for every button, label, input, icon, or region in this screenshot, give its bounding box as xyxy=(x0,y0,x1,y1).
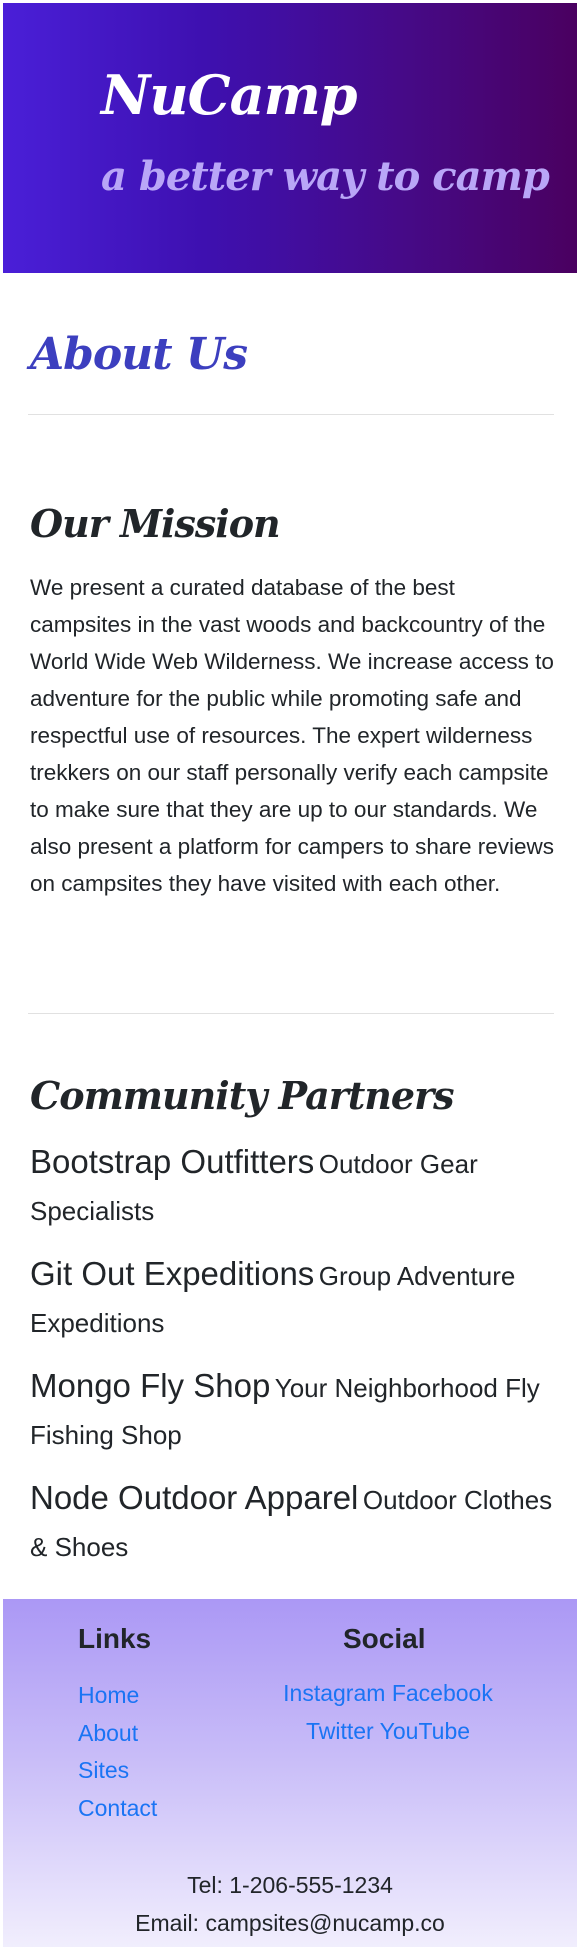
footer-link-home[interactable]: Home xyxy=(78,1682,139,1708)
footer-social-links: Instagram Facebook Twitter YouTube xyxy=(258,1675,518,1750)
footer-link-item: Sites xyxy=(78,1752,157,1790)
footer-links-heading: Links xyxy=(78,1623,152,1654)
social-link-instagram[interactable]: Instagram xyxy=(283,1680,385,1706)
footer-link-item: Home xyxy=(78,1677,157,1715)
partner-name: Mongo Fly Shop xyxy=(30,1367,271,1404)
footer-link-about[interactable]: About xyxy=(78,1720,138,1746)
mission-text: We present a curated database of the bes… xyxy=(30,575,554,896)
contact-phone: Tel: 1-206-555-1234 xyxy=(187,1872,393,1898)
footer-link-item: Contact xyxy=(78,1790,157,1828)
partner-item: Git Out Expeditions Group Adventure Expe… xyxy=(30,1253,560,1349)
social-link-facebook[interactable]: Facebook xyxy=(392,1680,493,1706)
page: NuCamp a better way to camp About Us Our… xyxy=(3,3,577,1947)
contact-email: Email: campsites@nucamp.co xyxy=(135,1909,445,1936)
site-header: NuCamp a better way to camp xyxy=(3,3,577,273)
divider xyxy=(28,414,554,415)
partner-item: Bootstrap Outfitters Outdoor Gear Specia… xyxy=(30,1141,560,1237)
mission-heading: Our Mission xyxy=(30,501,281,546)
footer-contact: Tel: 1-206-555-1234 Email: campsites@nuc… xyxy=(3,1867,577,1942)
partners-heading: Community Partners xyxy=(30,1073,455,1118)
partners-list: Bootstrap Outfitters Outdoor Gear Specia… xyxy=(30,1141,560,1589)
footer-links-list: Home About Sites Contact xyxy=(78,1677,157,1827)
footer-link-item: About xyxy=(78,1715,157,1753)
social-link-youtube[interactable]: YouTube xyxy=(380,1718,470,1744)
brand-tagline: a better way to camp xyxy=(101,153,550,200)
divider xyxy=(28,1013,554,1014)
partner-name: Node Outdoor Apparel xyxy=(30,1479,359,1516)
footer-link-sites[interactable]: Sites xyxy=(78,1757,129,1783)
partner-name: Git Out Expeditions xyxy=(30,1255,315,1292)
partner-name: Bootstrap Outfitters xyxy=(30,1143,315,1180)
page-title: About Us xyxy=(30,329,248,380)
partner-item: Mongo Fly Shop Your Neighborhood Fly Fis… xyxy=(30,1365,560,1461)
brand-logo[interactable]: NuCamp xyxy=(101,63,357,127)
footer-social-heading: Social xyxy=(343,1623,426,1654)
footer-link-contact[interactable]: Contact xyxy=(78,1795,157,1821)
partner-item: Node Outdoor Apparel Outdoor Clothes & S… xyxy=(30,1477,560,1573)
social-link-twitter[interactable]: Twitter xyxy=(306,1718,374,1744)
site-footer: Links Home About Sites Contact Social In… xyxy=(3,1599,577,1947)
